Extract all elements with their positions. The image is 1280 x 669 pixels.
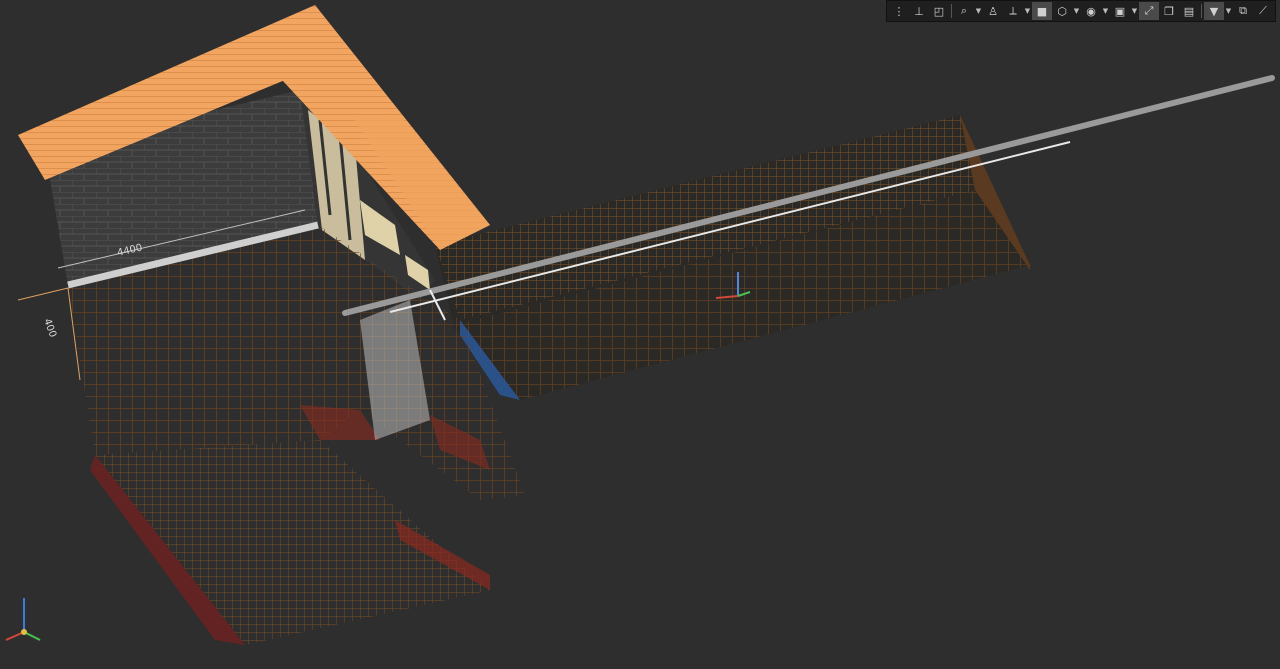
document-icon[interactable]: ▤ <box>1179 2 1199 20</box>
layers-icon[interactable]: ❐ <box>1159 2 1179 20</box>
measure-icon[interactable]: ⟋ <box>1253 2 1273 20</box>
axes-icon[interactable]: ⟂ <box>1003 2 1023 20</box>
camera-dropdown[interactable]: ▼ <box>1130 2 1139 20</box>
visibility-icon[interactable]: ◉ <box>1081 2 1101 20</box>
house-model[interactable] <box>18 5 525 645</box>
viewport-toolbar: ⋮ ⊥ ◰ ⌕ ▼ ♙ ⟂ ▼ ■ ⬡ ▼ ◉ ▼ ▣ ▼ ⤢ ❐ ▤ ▼ ▼ ⧉ ⟋ <box>886 0 1276 22</box>
zoom-icon[interactable]: ⌕ <box>954 2 974 20</box>
axis-triad-icon <box>5 598 41 641</box>
toolbar-separator <box>951 4 952 18</box>
model-scene[interactable]: 4400 400 <box>0 0 1280 665</box>
trench-rebar-cage[interactable] <box>435 115 1030 400</box>
filter-dropdown[interactable]: ▼ <box>1224 2 1233 20</box>
grip-icon[interactable]: ⋮ <box>889 2 909 20</box>
dimension-tool-icon[interactable]: ⊥ <box>909 2 929 20</box>
visibility-dropdown[interactable]: ▼ <box>1101 2 1110 20</box>
section-box-icon[interactable]: ◰ <box>929 2 949 20</box>
3d-viewport[interactable]: 4400 400 ⋮ ⊥ ◰ ⌕ ▼ ♙ ⟂ ▼ ■ ⬡ ▼ ◉ ▼ ▣ ▼ ⤢ ❐ ▤ ▼ ▼ ⧉ ⟋ <box>0 0 1280 665</box>
wire-cube-icon[interactable]: ⬡ <box>1052 2 1072 20</box>
walk-icon[interactable]: ♙ <box>983 2 1003 20</box>
zoom-dropdown[interactable]: ▼ <box>974 2 983 20</box>
cube-dropdown[interactable]: ▼ <box>1072 2 1081 20</box>
snap-icon[interactable]: ⤢ <box>1139 2 1159 20</box>
filter-icon[interactable]: ▼ <box>1204 2 1224 20</box>
toolbar-separator <box>1201 4 1202 18</box>
axes-dropdown[interactable]: ▼ <box>1023 2 1032 20</box>
camera-icon[interactable]: ▣ <box>1110 2 1130 20</box>
export-icon[interactable]: ⧉ <box>1233 2 1253 20</box>
solid-cube-icon[interactable]: ■ <box>1032 2 1052 20</box>
dimension-depth-label: 400 <box>41 317 58 339</box>
